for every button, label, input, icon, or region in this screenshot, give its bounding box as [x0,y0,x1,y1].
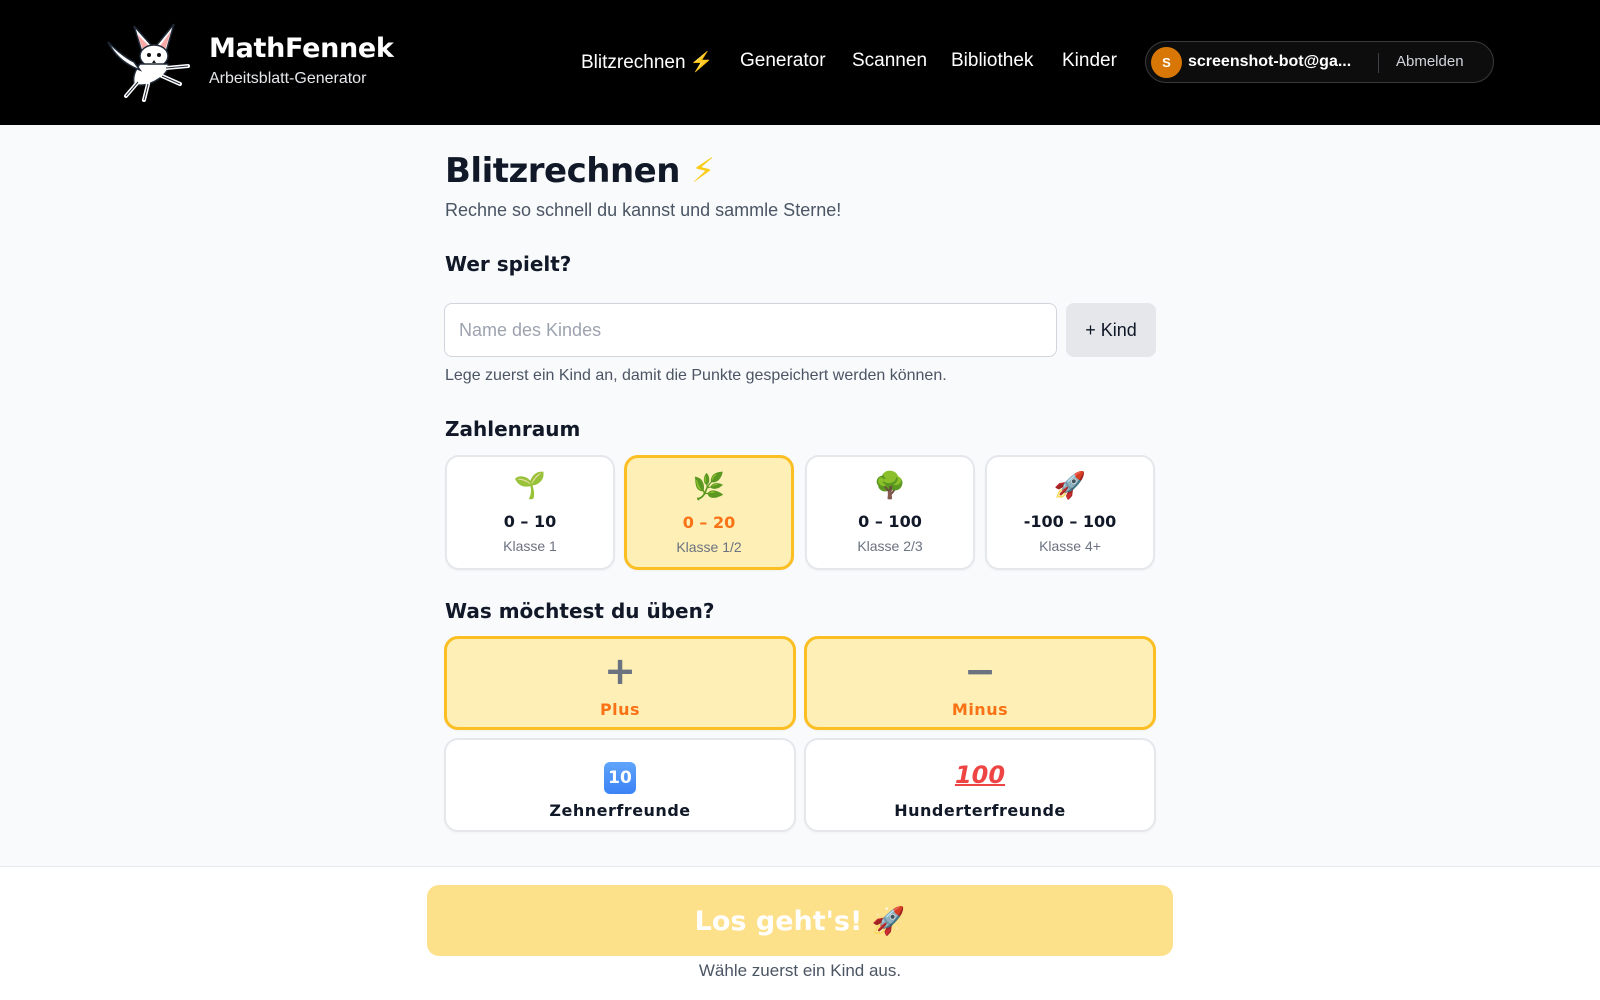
page-subtitle: Rechne so schnell du kannst und sammle S… [445,200,842,220]
tree-icon: 🌳 [873,471,907,501]
user-email: screenshot-bot@ga... [1188,53,1352,70]
lightning-icon: ⚡ [691,151,715,191]
practice-heading: Was möchtest du üben? [445,599,715,623]
op-label: Minus [951,700,1009,719]
range-option-0-20[interactable]: 🌿 0 – 20 Klasse 1/2 [624,455,794,570]
start-button[interactable]: Los geht's! 🚀 [427,885,1173,956]
start-label: Los geht's! [694,905,863,937]
op-plus[interactable]: + Plus [444,636,796,730]
top-header: MathFennek Arbeitsblatt-Generator Blitzr… [0,0,1600,125]
range-label: 0 – 20 [682,513,736,532]
range-grade: Klasse 4+ [1039,538,1101,554]
start-hint: Wähle zuerst ein Kind aus. [698,961,902,980]
number-range-heading: Zahlenraum [445,417,581,441]
rocket-icon: 🚀 [1053,471,1087,501]
nav-blitzrechnen-label: Blitzrechnen [581,52,686,73]
op-zehnerfreunde[interactable]: 10 Zehnerfreunde [444,738,796,832]
op-label: Plus [599,700,641,719]
nav-bibliothek[interactable]: Bibliothek [951,50,1033,72]
sticky-footer: Los geht's! 🚀 Wähle zuerst ein Kind aus. [0,866,1600,1000]
range-option-neg100-100[interactable]: 🚀 -100 – 100 Klasse 4+ [985,455,1155,570]
seedling-icon: 🌱 [513,471,547,501]
range-option-0-100[interactable]: 🌳 0 – 100 Klasse 2/3 [805,455,975,570]
op-hunderterfreunde[interactable]: 100 Hunderterfreunde [804,738,1156,832]
divider [1378,53,1379,73]
who-plays-heading: Wer spielt? [445,252,572,276]
child-hint: Lege zuerst ein Kind an, damit die Punkt… [445,367,947,384]
nav-kinder[interactable]: Kinder [1062,50,1117,72]
logout-button[interactable]: Abmelden [1396,53,1464,70]
nav-blitzrechnen[interactable]: Blitzrechnen ⚡ [581,50,713,74]
page-title: Blitzrechnen ⚡ [445,151,715,191]
op-label: Zehnerfreunde [549,801,691,820]
range-label: 0 – 100 [858,512,922,531]
keycap-ten-icon: 10 [446,758,794,794]
user-menu: S screenshot-bot@ga... Abmelden [1145,41,1494,83]
herb-icon: 🌿 [692,472,726,502]
lightning-icon: ⚡ [689,52,714,73]
minus-icon: − [964,649,996,693]
op-label: Hunderterfreunde [894,801,1066,820]
avatar: S [1151,47,1182,78]
plus-icon: + [604,649,636,693]
nav-scannen[interactable]: Scannen [852,50,927,72]
range-label: 0 – 10 [503,512,557,531]
range-grade: Klasse 1 [503,538,557,554]
range-grade: Klasse 2/3 [857,538,923,554]
range-option-0-10[interactable]: 🌱 0 – 10 Klasse 1 [445,455,615,570]
range-label: -100 – 100 [1023,512,1117,531]
op-minus[interactable]: − Minus [804,636,1156,730]
range-grade: Klasse 1/2 [676,539,742,555]
add-child-button[interactable]: + Kind [1066,303,1156,357]
child-name-input[interactable] [444,303,1057,357]
nav-generator[interactable]: Generator [740,50,826,72]
page-title-text: Blitzrechnen [445,151,680,191]
rocket-icon: 🚀 [871,905,906,937]
hundred-points-icon: 100 [954,761,1006,789]
